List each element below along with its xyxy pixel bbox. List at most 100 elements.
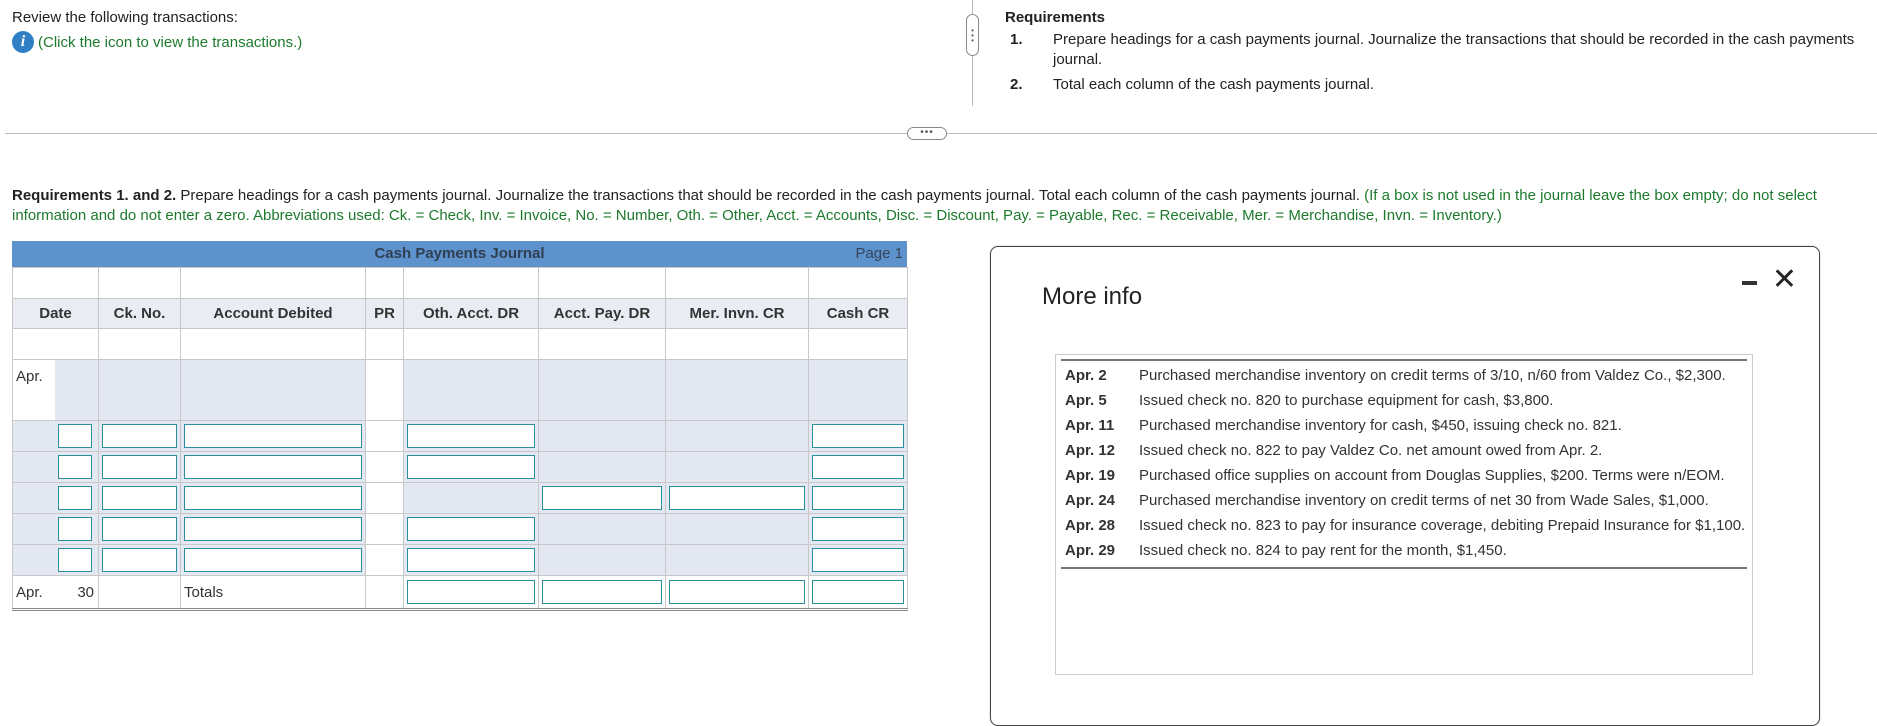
header-input-row: [12, 328, 908, 360]
totals-row: Apr. 30 Totals: [12, 575, 908, 611]
account-debited-input[interactable]: [184, 517, 362, 541]
check-no-input[interactable]: [102, 517, 177, 541]
cash-payments-journal: Cash Payments Journal Page 1 Date Ck. No…: [12, 241, 908, 621]
month-row: Apr.: [12, 359, 908, 421]
instructions-text: Prepare headings for a cash payments jou…: [176, 187, 1365, 204]
transaction-text: Purchased merchandise inventory for cash…: [1139, 417, 1622, 434]
journal-page: Page 1: [855, 245, 903, 262]
instructions-heading: Requirements 1. and 2.: [12, 187, 177, 204]
transaction-date: Apr. 19: [1065, 467, 1116, 484]
day-input[interactable]: [58, 424, 92, 448]
horizontal-splitter-handle[interactable]: •••: [907, 127, 947, 140]
info-icon[interactable]: i: [12, 31, 34, 53]
requirement-number: 1.: [1010, 31, 1023, 48]
check-no-input[interactable]: [102, 548, 177, 572]
transaction-date: Apr. 12: [1065, 442, 1116, 459]
day-input[interactable]: [58, 486, 92, 510]
transaction-date: Apr. 2: [1065, 367, 1107, 384]
transaction-row: Apr. 29 Issued check no. 824 to pay rent …: [1061, 536, 1747, 568]
journal-table: Date Ck. No. Account Debited PR Oth. Acc…: [12, 267, 908, 611]
oth-acct-dr-input[interactable]: [407, 517, 535, 541]
transaction-date: Apr. 28: [1065, 517, 1116, 534]
transaction-row: Apr. 24 Purchased merchandise inventory o…: [1061, 486, 1747, 511]
day-input[interactable]: [58, 455, 92, 479]
journal-header: Cash Payments Journal Page 1: [12, 241, 907, 267]
cash-cr-total-input[interactable]: [812, 580, 904, 604]
acct-pay-dr-input[interactable]: [542, 486, 662, 510]
mer-invn-cr-input[interactable]: [669, 486, 805, 510]
totals-month: Apr.: [16, 583, 43, 601]
transaction-date: Apr. 24: [1065, 492, 1116, 509]
journal-entry-row: [12, 451, 908, 483]
requirement-item: 1. Prepare headings for a cash payments …: [1010, 30, 1860, 70]
day-input[interactable]: [58, 548, 92, 572]
account-debited-input[interactable]: [184, 455, 362, 479]
transaction-text: Purchased merchandise inventory on credi…: [1139, 492, 1709, 509]
review-prompt: Review the following transactions:: [12, 9, 238, 26]
column-header: Acct. Pay. DR: [538, 298, 666, 329]
transaction-text: Purchased merchandise inventory on credi…: [1139, 367, 1726, 384]
journal-entry-row: [12, 544, 908, 576]
transactions-table: Apr. 2 Purchased merchandise inventory on…: [1061, 359, 1747, 569]
transaction-row: Apr. 11 Purchased merchandise inventory f…: [1061, 411, 1747, 436]
month-cell: Apr.: [12, 359, 99, 421]
journal-title: Cash Payments Journal: [374, 245, 545, 262]
day-input[interactable]: [58, 517, 92, 541]
account-debited-input[interactable]: [184, 424, 362, 448]
transaction-date: Apr. 5: [1065, 392, 1107, 409]
oth-acct-dr-input[interactable]: [407, 424, 535, 448]
transaction-date: Apr. 11: [1065, 417, 1115, 434]
column-header: Account Debited: [180, 298, 366, 329]
transactions-box: Apr. 2 Purchased merchandise inventory on…: [1055, 354, 1753, 675]
dialog-title: More info: [1042, 283, 1143, 310]
transaction-row: Apr. 19 Purchased office supplies on acco…: [1061, 461, 1747, 486]
vertical-splitter-handle[interactable]: • • •: [966, 14, 979, 56]
requirements-title: Requirements: [1005, 9, 1106, 26]
requirement-text: Total each column of the cash payments j…: [1053, 76, 1375, 93]
cash-cr-input[interactable]: [812, 455, 904, 479]
check-no-input[interactable]: [102, 455, 177, 479]
transaction-row: Apr. 28 Issued check no. 823 to pay for i…: [1061, 511, 1747, 536]
oth-acct-dr-input[interactable]: [407, 548, 535, 572]
instructions: Requirements 1. and 2. Prepare headings …: [12, 186, 1877, 226]
cash-cr-input[interactable]: [812, 548, 904, 572]
totals-date-cell: Apr. 30: [12, 575, 99, 611]
oth-acct-dr-total-input[interactable]: [407, 580, 535, 604]
journal-entry-row: [12, 420, 908, 452]
journal-entry-row: [12, 482, 908, 514]
account-debited-input[interactable]: [184, 486, 362, 510]
cash-cr-input[interactable]: [812, 517, 904, 541]
transaction-row: Apr. 12 Issued check no. 822 to pay Valde…: [1061, 436, 1747, 461]
requirement-item: 2. Total each column of the cash payment…: [1010, 75, 1860, 95]
more-info-dialog: More info ✕ Apr. 2 Purchased merchandise …: [990, 246, 1820, 726]
oth-acct-dr-input[interactable]: [407, 455, 535, 479]
close-icon[interactable]: ✕: [1772, 265, 1797, 295]
column-header: Cash CR: [808, 298, 908, 329]
mer-invn-cr-total-input[interactable]: [669, 580, 805, 604]
totals-day: 30: [77, 583, 94, 601]
journal-entry-row: [12, 513, 908, 545]
column-header: Date: [12, 298, 99, 329]
transaction-text: Issued check no. 823 to pay for insuranc…: [1139, 517, 1746, 534]
transaction-text: Issued check no. 820 to purchase equipme…: [1139, 392, 1554, 409]
minimize-icon[interactable]: [1742, 281, 1757, 285]
transaction-row: Apr. 5 Issued check no. 820 to purchase e…: [1061, 386, 1747, 411]
transaction-date: Apr. 29: [1065, 542, 1116, 559]
transactions-link-row[interactable]: i (Click the icon to view the transactio…: [12, 31, 302, 53]
column-header: Mer. Invn. CR: [665, 298, 809, 329]
transaction-text: Purchased office supplies on account fro…: [1139, 467, 1725, 484]
cash-cr-input[interactable]: [812, 424, 904, 448]
column-header: Ck. No.: [98, 298, 181, 329]
acct-pay-dr-total-input[interactable]: [542, 580, 662, 604]
transactions-link[interactable]: (Click the icon to view the transactions…: [38, 34, 302, 51]
check-no-input[interactable]: [102, 486, 177, 510]
check-no-input[interactable]: [102, 424, 177, 448]
column-header: PR: [365, 298, 404, 329]
totals-label: Totals: [184, 583, 224, 601]
transaction-text: Issued check no. 822 to pay Valdez Co. n…: [1139, 442, 1603, 459]
requirement-number: 2.: [1010, 76, 1023, 93]
transaction-text: Issued check no. 824 to pay rent for the…: [1139, 542, 1507, 559]
account-debited-input[interactable]: [184, 548, 362, 572]
header-spacer-row: [12, 267, 908, 299]
cash-cr-input[interactable]: [812, 486, 904, 510]
